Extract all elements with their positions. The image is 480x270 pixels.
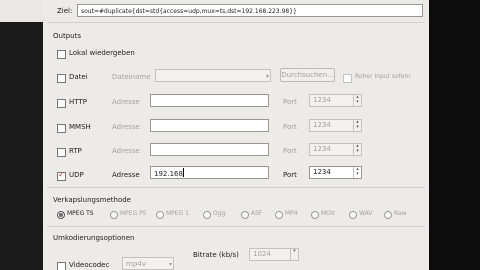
encapsulation-label: MP4 [285,210,298,217]
udp-label: UDP [69,171,84,179]
right-dark-border [429,0,480,270]
separator [47,22,425,23]
stream-output-dialog: Ziel: sout=#duplicate{dst=std{access=udp… [43,0,429,270]
mmsh-checkbox[interactable] [57,124,66,133]
encapsulation-label: Ogg [213,210,226,217]
video-codec-select[interactable]: mp4v ▾ [122,257,174,270]
separator [47,187,425,188]
http-port-label: Port [283,98,297,106]
udp-address-value: 192.168 [154,170,183,178]
encapsulation-radio-mpeg-ts[interactable] [57,211,65,219]
screen-frame: Ziel: sout=#duplicate{dst=std{access=udp… [0,0,480,270]
encapsulation-radio-mp4[interactable] [275,211,283,219]
encapsulation-label: WAV [359,210,373,217]
http-address-label: Adresse [112,98,140,106]
http-address-field[interactable] [150,94,269,107]
encapsulation-label: MPEG 1 [166,210,189,217]
mmsh-label: MMSH [69,123,91,131]
chevron-down-icon[interactable]: ▾ [290,249,298,260]
encapsulation-radio-mpeg-ps[interactable] [110,211,118,219]
encapsulation-radio-wav[interactable] [349,211,357,219]
left-window-titlebar [0,0,43,22]
filename-label: Dateiname [112,73,151,81]
raw-input-checkbox[interactable] [343,74,352,83]
encapsulation-radio-asf[interactable] [241,211,249,219]
http-label: HTTP [69,98,87,106]
encapsulation-section-title: Verkapslungsmethode [53,196,131,204]
rtp-label: RTP [69,147,82,155]
spin-arrows-icon[interactable]: ▴ ▾ [353,95,361,106]
browse-button[interactable]: Durchsuchen... [280,68,335,82]
bitrate-spinbox[interactable]: 1024 ▾ [249,248,299,261]
http-port-value: 1234 [313,96,331,104]
separator [47,226,425,227]
file-label: Datei [69,73,88,81]
raw-input-label: Roher Input sofern [355,73,411,80]
rtp-address-field[interactable] [150,143,269,156]
mmsh-address-field[interactable] [150,119,269,132]
mmsh-port-spinbox[interactable]: 1234 ▴ ▾ [309,119,362,132]
encapsulation-label: Raw [394,210,407,217]
encapsulation-label: ASF [251,210,263,217]
rtp-port-label: Port [283,147,297,155]
bitrate-value: 1024 [253,250,271,258]
encapsulation-label: MOV [321,210,335,217]
spin-arrows-icon[interactable]: ▴ ▾ [353,144,361,155]
text-cursor [182,168,184,177]
udp-port-spinbox[interactable]: 1234 ▴ ▾ [309,166,362,179]
video-codec-value: mp4v [126,260,146,268]
udp-checkbox[interactable] [57,170,66,181]
http-port-spinbox[interactable]: 1234 ▴ ▾ [309,94,362,107]
mmsh-port-label: Port [283,123,297,131]
udp-port-label: Port [283,171,297,179]
encapsulation-radio-mpeg-1[interactable] [156,211,164,219]
spin-arrows-icon[interactable]: ▴ ▾ [353,120,361,131]
rtp-port-value: 1234 [313,145,331,153]
video-codec-checkbox[interactable] [57,262,66,270]
filename-field[interactable]: ▾ [155,69,271,82]
rtp-port-spinbox[interactable]: 1234 ▴ ▾ [309,143,362,156]
encapsulation-radio-mov[interactable] [311,211,319,219]
udp-address-label: Adresse [112,171,140,179]
rtp-checkbox[interactable] [57,148,66,157]
transcoding-section-title: Umkodierungsoptionen [53,234,135,242]
rtp-address-label: Adresse [112,147,140,155]
udp-port-value: 1234 [313,168,331,176]
video-codec-label: Videocodec [69,261,110,269]
mmsh-port-value: 1234 [313,121,331,129]
spin-arrows-icon[interactable]: ▴ ▾ [353,167,361,178]
file-checkbox[interactable] [57,74,66,83]
http-checkbox[interactable] [57,99,66,108]
chevron-down-icon[interactable]: ▾ [266,70,269,81]
mmsh-address-label: Adresse [112,123,140,131]
outputs-section-title: Outputs [53,32,81,40]
encapsulation-label: MPEG TS [67,210,94,217]
target-label: Ziel: [57,7,73,15]
encapsulation-label: MPEG PS [120,210,147,217]
udp-address-field[interactable]: 192.168 [150,166,269,179]
target-mrl-field[interactable]: sout=#duplicate{dst=std{access=udp,mux=t… [77,4,423,17]
local-playback-checkbox[interactable] [57,50,66,59]
encapsulation-radio-ogg[interactable] [203,211,211,219]
chevron-down-icon[interactable]: ▾ [169,258,172,269]
bitrate-label: Bitrate (kb/s) [193,251,239,259]
encapsulation-radio-raw[interactable] [384,211,392,219]
left-background-window [0,0,43,270]
local-playback-label: Lokal wiedergeben [69,49,135,57]
